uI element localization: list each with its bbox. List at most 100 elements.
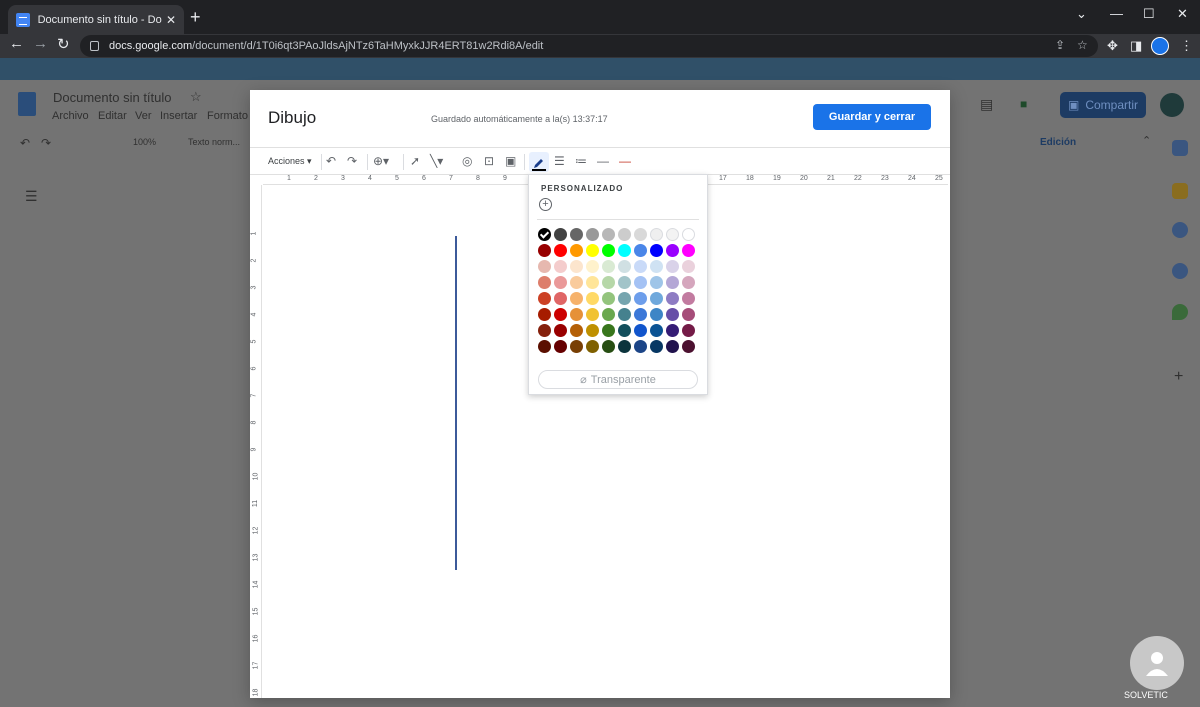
color-swatch[interactable] <box>602 292 615 305</box>
undo-icon[interactable]: ↶ <box>326 154 336 168</box>
color-swatch[interactable] <box>602 244 615 257</box>
color-swatch[interactable] <box>586 340 599 353</box>
menu-editar[interactable]: Editar <box>98 110 127 122</box>
outline-icon[interactable]: ☰ <box>25 188 38 205</box>
share-page-icon[interactable]: ⇪ <box>1055 38 1065 52</box>
undo-icon[interactable]: ↶ <box>20 136 30 150</box>
menu-kebab-icon[interactable]: ⋮ <box>1180 38 1193 54</box>
color-swatch[interactable] <box>602 308 615 321</box>
color-swatch[interactable] <box>554 260 567 273</box>
color-swatch[interactable] <box>538 308 551 321</box>
minimize-button[interactable]: — <box>1110 6 1123 21</box>
comments-icon[interactable]: ▤ <box>980 96 993 113</box>
actions-menu[interactable]: Acciones ▾ <box>268 156 312 167</box>
color-swatch[interactable] <box>554 276 567 289</box>
line-tool-icon[interactable]: ╲▾ <box>430 154 443 168</box>
color-swatch[interactable] <box>650 340 663 353</box>
color-swatch[interactable] <box>570 292 583 305</box>
address-bar[interactable]: docs.google.com/document/d/1T0i6qt3PAoJl… <box>80 35 1098 57</box>
color-swatch[interactable] <box>570 324 583 337</box>
zoom-select[interactable]: 100% <box>133 137 156 147</box>
meet-icon[interactable]: ■ <box>1020 97 1027 111</box>
color-swatch[interactable] <box>618 340 631 353</box>
color-swatch[interactable] <box>570 276 583 289</box>
color-swatch[interactable] <box>682 260 695 273</box>
color-swatch[interactable] <box>634 244 647 257</box>
style-select[interactable]: Texto norm... <box>188 137 240 147</box>
collapse-toolbar-icon[interactable]: ⌃ <box>1142 134 1151 147</box>
color-swatch[interactable] <box>634 324 647 337</box>
color-swatch[interactable] <box>602 340 615 353</box>
back-arrow-icon[interactable]: ← <box>9 35 24 52</box>
menu-insertar[interactable]: Insertar <box>160 110 197 122</box>
redo-icon[interactable]: ↷ <box>347 154 357 168</box>
color-swatch[interactable] <box>650 244 663 257</box>
color-swatch[interactable] <box>634 340 647 353</box>
color-swatch[interactable] <box>666 292 679 305</box>
color-swatch[interactable] <box>570 244 583 257</box>
color-swatch[interactable] <box>634 276 647 289</box>
color-swatch[interactable] <box>618 308 631 321</box>
color-swatch[interactable] <box>650 324 663 337</box>
edit-mode-select[interactable]: Edición <box>1040 137 1076 148</box>
add-custom-color-icon[interactable]: + <box>539 198 552 211</box>
color-swatch[interactable] <box>570 228 583 241</box>
profile-avatar[interactable] <box>1151 37 1169 55</box>
color-swatch[interactable] <box>554 324 567 337</box>
color-swatch[interactable] <box>554 228 567 241</box>
extensions-icon[interactable]: ✥ <box>1107 38 1118 54</box>
color-swatch[interactable] <box>682 276 695 289</box>
bookmark-star-icon[interactable]: ☆ <box>1077 38 1088 52</box>
color-swatch[interactable] <box>602 276 615 289</box>
line-weight-icon[interactable]: ☰ <box>554 154 565 168</box>
account-avatar[interactable] <box>1160 93 1184 117</box>
color-swatch[interactable] <box>666 260 679 273</box>
color-swatch[interactable] <box>538 276 551 289</box>
color-swatch[interactable] <box>634 228 647 241</box>
calendar-icon[interactable] <box>1172 140 1188 156</box>
reload-icon[interactable]: ↻ <box>57 35 70 53</box>
color-swatch[interactable] <box>650 308 663 321</box>
color-swatch[interactable] <box>682 292 695 305</box>
color-swatch[interactable] <box>634 292 647 305</box>
color-swatch[interactable] <box>650 260 663 273</box>
color-swatch[interactable] <box>682 324 695 337</box>
star-icon[interactable]: ☆ <box>190 89 202 105</box>
color-swatch[interactable] <box>666 228 679 241</box>
tasks-icon[interactable] <box>1172 222 1188 238</box>
menu-archivo[interactable]: Archivo <box>52 110 89 122</box>
color-swatch[interactable] <box>554 244 567 257</box>
browser-tab[interactable]: Documento sin título - Documento ✕ <box>8 5 184 34</box>
color-swatch[interactable] <box>538 292 551 305</box>
color-swatch[interactable] <box>586 244 599 257</box>
contacts-icon[interactable] <box>1172 263 1188 279</box>
color-swatch[interactable] <box>666 308 679 321</box>
color-swatch[interactable] <box>618 292 631 305</box>
add-addon-icon[interactable]: + <box>1174 368 1183 386</box>
color-swatch[interactable] <box>618 276 631 289</box>
close-window-button[interactable]: ✕ <box>1177 6 1188 22</box>
maximize-button[interactable]: ☐ <box>1143 6 1155 22</box>
color-swatch[interactable] <box>538 324 551 337</box>
color-swatch[interactable] <box>570 260 583 273</box>
transparent-button[interactable]: ⌀ Transparente <box>538 370 698 389</box>
shape-icon[interactable]: ◎ <box>462 154 472 168</box>
text-box-icon[interactable]: ⊡ <box>484 154 494 168</box>
color-swatch[interactable] <box>666 340 679 353</box>
color-swatch[interactable] <box>586 276 599 289</box>
color-swatch[interactable] <box>650 292 663 305</box>
new-tab-button[interactable]: + <box>190 8 201 26</box>
color-swatch[interactable] <box>666 244 679 257</box>
share-button[interactable]: ▣ Compartir <box>1060 92 1146 118</box>
color-swatch[interactable] <box>586 308 599 321</box>
side-panel-icon[interactable]: ◨ <box>1130 38 1142 54</box>
color-swatch[interactable] <box>618 324 631 337</box>
image-icon[interactable]: ▣ <box>505 154 516 168</box>
color-swatch[interactable] <box>666 324 679 337</box>
document-title[interactable]: Documento sin título <box>53 90 172 105</box>
color-swatch[interactable] <box>682 244 695 257</box>
color-swatch[interactable] <box>618 228 631 241</box>
color-swatch[interactable] <box>586 228 599 241</box>
color-swatch[interactable] <box>666 276 679 289</box>
color-swatch[interactable] <box>538 340 551 353</box>
